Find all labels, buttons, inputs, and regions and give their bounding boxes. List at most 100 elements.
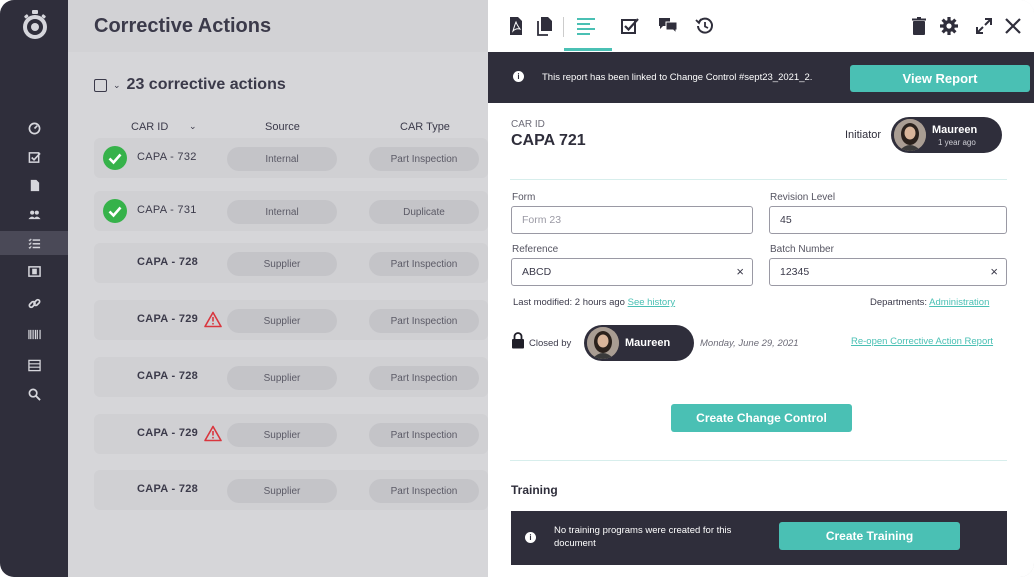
closed-by-label: Closed by (529, 338, 572, 349)
table-row[interactable]: CAPA - 729 Supplier Part Inspection (94, 414, 488, 454)
row-car-id: CAPA - 728 (137, 256, 199, 268)
row-car-id: CAPA - 731 (137, 204, 197, 216)
list-icon (28, 238, 40, 249)
table-row[interactable]: CAPA - 728 Supplier Part Inspection (94, 243, 488, 283)
avatar (587, 327, 619, 359)
nav-users[interactable] (0, 202, 68, 226)
row-car-type: Part Inspection (369, 479, 479, 503)
training-notice: i No training programs were created for … (511, 511, 1007, 565)
reopen-link[interactable]: Re-open Corrective Action Report (851, 336, 993, 347)
reference-value: ABCD (522, 266, 552, 278)
nav-media[interactable] (0, 259, 68, 283)
details-icon[interactable] (575, 14, 597, 38)
see-history-link[interactable]: See history (628, 297, 676, 308)
sort-chevron-icon[interactable]: ⌄ (189, 121, 197, 132)
table-row[interactable]: CAPA - 728 Supplier Part Inspection (94, 470, 488, 510)
batch-label: Batch Number (770, 244, 834, 255)
clear-icon[interactable]: × (990, 264, 998, 279)
checklist-icon (28, 151, 41, 163)
view-report-button[interactable]: View Report (850, 65, 1030, 92)
comments-icon[interactable] (657, 14, 679, 38)
initiator-time: 1 year ago (938, 138, 976, 147)
reference-label: Reference (512, 244, 559, 255)
gear-icon[interactable] (938, 14, 960, 38)
history-icon[interactable] (694, 14, 716, 38)
check-icon (103, 199, 127, 223)
column-source[interactable]: Source (265, 121, 300, 133)
task-check-icon[interactable] (619, 14, 641, 38)
training-message: No training programs were created for th… (554, 525, 732, 549)
table-row[interactable]: CAPA - 728 Supplier Part Inspection (94, 357, 488, 397)
row-source: Internal (227, 200, 337, 224)
row-car-type: Part Inspection (369, 147, 479, 171)
nav-server[interactable] (0, 353, 68, 377)
row-source: Supplier (227, 423, 337, 447)
nav-checklist[interactable] (0, 145, 68, 169)
nav-documents[interactable] (0, 173, 68, 197)
banner-message: This report has been linked to Change Co… (542, 72, 813, 83)
copy-icon[interactable] (534, 14, 556, 38)
row-car-type: Part Inspection (369, 366, 479, 390)
app-logo[interactable] (21, 10, 49, 40)
nav-corrective-actions[interactable] (0, 231, 68, 255)
film-icon (27, 265, 41, 277)
table-row[interactable]: CAPA - 731 Internal Duplicate (94, 191, 488, 231)
revision-label: Revision Level (770, 192, 836, 203)
revision-field[interactable]: 45 (769, 206, 1007, 234)
detail-toolbar (488, 0, 1034, 52)
clear-icon[interactable]: × (736, 264, 744, 279)
revision-value: 45 (780, 214, 792, 226)
closed-by-chip[interactable]: Maureen (584, 325, 694, 361)
info-icon: i (513, 71, 524, 82)
row-car-id: CAPA - 729 (137, 427, 199, 439)
page-title: Corrective Actions (94, 15, 272, 37)
active-tab-indicator (564, 48, 612, 51)
create-change-control-button[interactable]: Create Change Control (671, 404, 852, 432)
document-icon (30, 179, 39, 191)
sidebar-nav (0, 0, 68, 577)
initiator-label: Initiator (845, 129, 882, 141)
table-row[interactable]: CAPA - 729 Supplier Part Inspection (94, 300, 488, 340)
close-icon[interactable] (1002, 14, 1024, 38)
warning-icon (204, 425, 222, 442)
form-label: Form (512, 192, 536, 203)
reference-field[interactable]: ABCD × (511, 258, 753, 286)
create-training-button[interactable]: Create Training (779, 522, 960, 550)
last-modified-text: Last modified: 2 hours ago (513, 297, 625, 308)
select-all-control[interactable]: ⌄ 23 corrective actions (94, 76, 286, 94)
info-icon: i (525, 532, 536, 543)
row-car-id: CAPA - 732 (137, 151, 197, 163)
expand-icon[interactable] (973, 14, 995, 38)
initiator-chip[interactable]: Maureen 1 year ago (891, 117, 1002, 153)
nav-dashboard[interactable] (0, 116, 68, 140)
column-car-id[interactable]: CAR ID (131, 121, 168, 133)
closed-by-name: Maureen (625, 337, 671, 349)
trash-icon[interactable] (908, 14, 930, 38)
nav-barcode[interactable] (0, 322, 68, 346)
nav-search[interactable] (0, 382, 68, 406)
toolbar-divider (563, 17, 564, 37)
chevron-down-icon[interactable]: ⌄ (113, 80, 121, 91)
select-all-checkbox[interactable] (94, 78, 107, 92)
table-row[interactable]: CAPA - 732 Internal Part Inspection (94, 138, 488, 178)
row-source: Supplier (227, 479, 337, 503)
divider (510, 460, 1007, 461)
batch-field[interactable]: 12345 × (769, 258, 1007, 286)
batch-value: 12345 (780, 266, 810, 278)
departments-label: Departments: (870, 297, 928, 308)
closed-date: Monday, June 29, 2021 (700, 338, 799, 349)
row-car-id: CAPA - 729 (137, 313, 199, 325)
department-link[interactable]: Administration (929, 297, 989, 308)
column-car-type[interactable]: CAR Type (400, 121, 450, 133)
form-field[interactable]: Form 23 (511, 206, 753, 234)
barcode-icon (27, 329, 41, 339)
warning-icon (204, 311, 222, 328)
detail-panel: i This report has been linked to Change … (488, 0, 1034, 577)
result-count: 23 corrective actions (126, 76, 286, 93)
users-icon (27, 210, 41, 219)
nav-links[interactable] (0, 291, 68, 315)
row-source: Supplier (227, 252, 337, 276)
pdf-icon[interactable] (505, 14, 527, 38)
row-source: Supplier (227, 309, 337, 333)
app-window: Corrective Actions ⌄ 23 corrective actio… (0, 0, 1034, 577)
